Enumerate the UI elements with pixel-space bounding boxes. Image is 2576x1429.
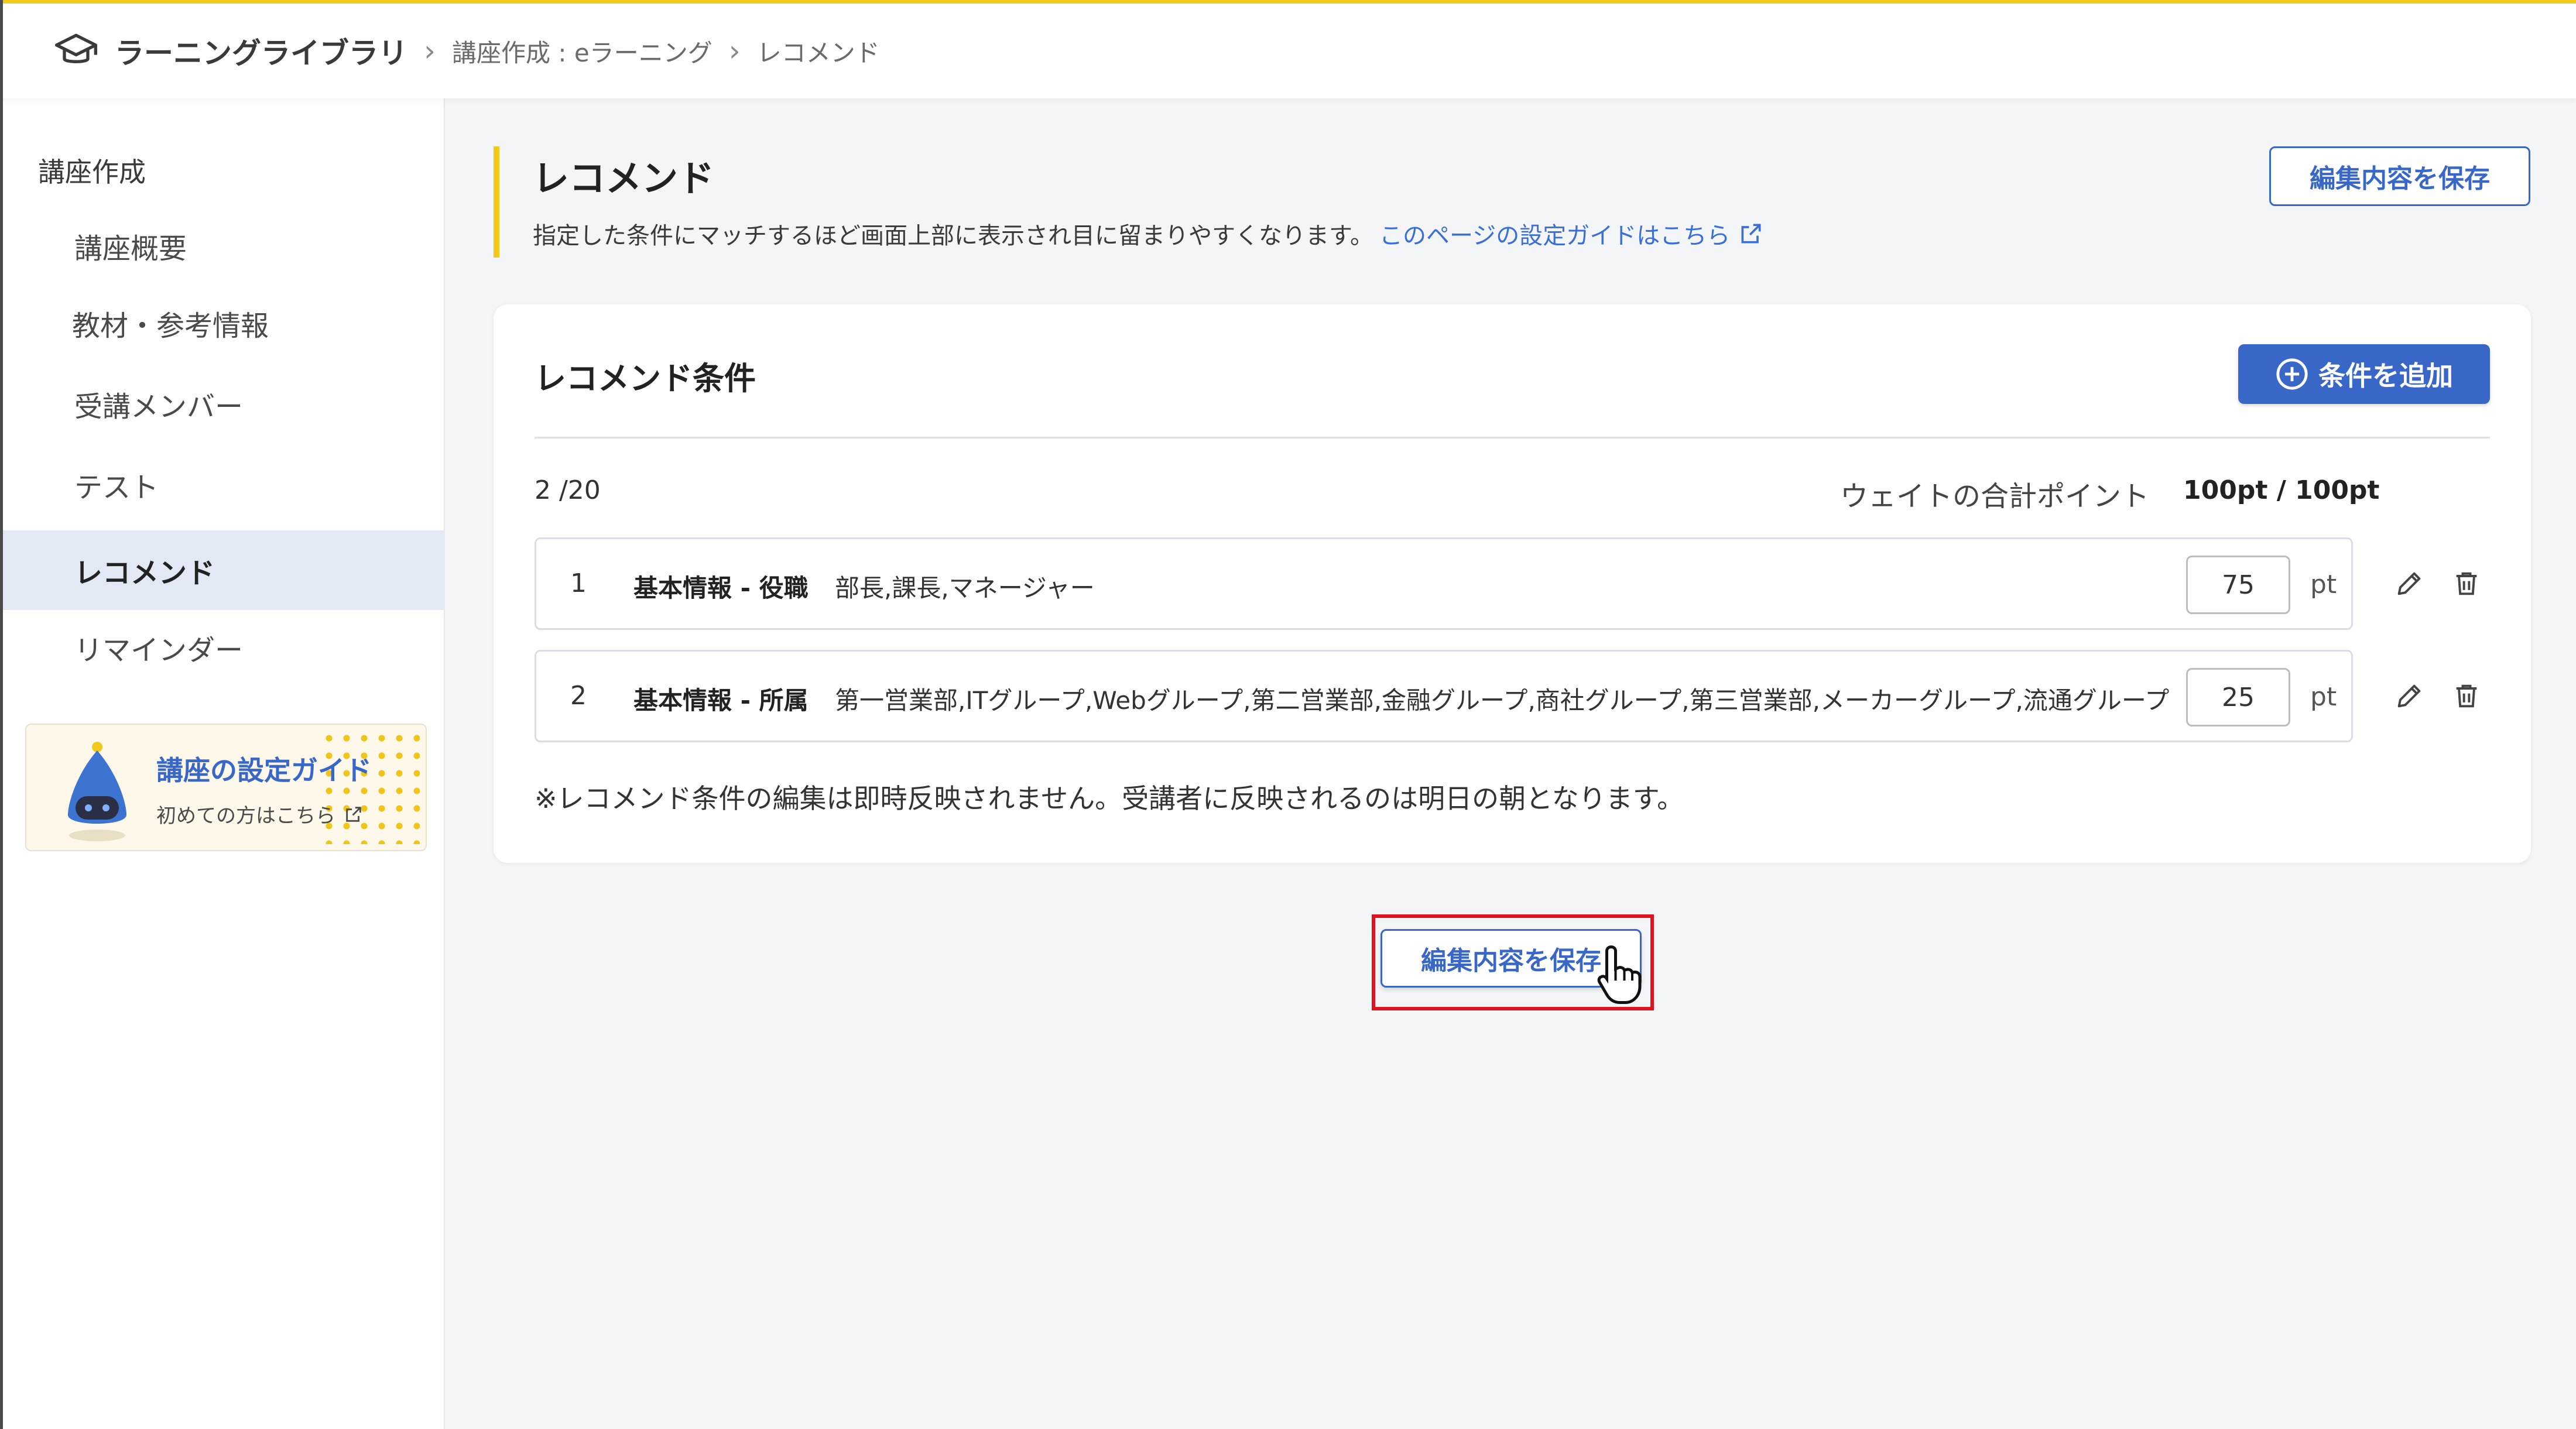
save-button-top[interactable]: 編集内容を保存 [2269, 146, 2530, 206]
sidebar-item-label: 教材・参考情報 [72, 310, 269, 342]
condition-row: 2 基本情報 - 所属 第一営業部,ITグループ,Webグループ,第二営業部,金… [535, 650, 2353, 742]
breadcrumb: ラーニングライブラリ › 講座作成 : eラーニング › レコメンド [0, 0, 2576, 98]
window-left-edge [0, 0, 3, 1429]
points-input[interactable]: 75 [2186, 556, 2290, 614]
title-accent-bar [494, 146, 499, 258]
points-input[interactable]: 25 [2186, 668, 2290, 727]
plus-circle-icon [2276, 358, 2308, 390]
condition-category: 基本情報 - 所属 [633, 686, 809, 715]
weight-total-label: ウェイトの合計ポイント [1840, 480, 2150, 513]
breadcrumb-course-link[interactable]: 講座作成 : eラーニング [452, 33, 712, 69]
breadcrumb-current: レコメンド [756, 38, 880, 67]
condition-values: 部長,課長,マネージャー [835, 574, 1095, 602]
condition-number: 2 [570, 681, 587, 711]
sidebar-item-label: テスト [74, 471, 159, 504]
sidebar-item-members[interactable]: 受講メンバー [3, 364, 445, 444]
hand-pointer-icon [1597, 945, 1642, 1004]
condition-values: 第一営業部,ITグループ,Webグループ,第二営業部,金融グループ,商社グループ… [835, 686, 2170, 715]
robot-mascot-icon [68, 742, 126, 841]
graduation-cap-icon [55, 33, 97, 63]
sidebar-item-label: 講座概要 [74, 232, 187, 265]
sidebar-item-label: リマインダー [74, 634, 244, 667]
edit-pencil-icon[interactable] [2392, 566, 2427, 601]
points-unit: pt [2310, 682, 2337, 712]
weight-total-value: 100pt / 100pt [2183, 475, 2380, 505]
divider [535, 437, 2490, 438]
sidebar-item-overview[interactable]: 講座概要 [3, 206, 445, 286]
sidebar: 講座作成 講座概要 教材・参考情報 受講メンバー テスト レコメンド リマインダ… [3, 98, 445, 1429]
page-title: レコメンド [533, 157, 715, 200]
add-condition-label: 条件を追加 [2318, 360, 2453, 392]
sidebar-item-reminder[interactable]: リマインダー [3, 608, 445, 687]
page-description-text: 指定した条件にマッチするほど画面上部に表示され目に留まりやすくなります。 [533, 222, 1373, 249]
points-unit: pt [2310, 570, 2337, 599]
sidebar-item-label: レコメンド [74, 557, 215, 590]
condition-number: 1 [570, 568, 587, 598]
sidebar-item-test[interactable]: テスト [3, 445, 445, 525]
external-link-icon[interactable] [1738, 221, 1764, 246]
guide-subtitle-text: 初めての方はこちら [156, 804, 335, 828]
chevron-right-icon: › [424, 34, 436, 68]
edit-pencil-icon[interactable] [2392, 678, 2427, 714]
condition-count: 2 /20 [535, 475, 601, 505]
sidebar-heading: 講座作成 [38, 156, 146, 188]
condition-row: 1 基本情報 - 役職 部長,課長,マネージャー 75 pt [535, 537, 2353, 630]
guide-subtitle: 初めての方はこちら [156, 800, 364, 828]
sidebar-item-materials[interactable]: 教材・参考情報 [3, 283, 445, 363]
trash-icon[interactable] [2449, 566, 2484, 601]
external-link-icon [346, 806, 361, 822]
add-condition-button[interactable]: 条件を追加 [2238, 344, 2490, 404]
sidebar-item-recommend[interactable]: レコメンド [3, 530, 445, 610]
trash-icon[interactable] [2449, 678, 2484, 714]
condition-category: 基本情報 - 役職 [633, 574, 809, 602]
guide-title: 講座の設定ガイド [156, 755, 372, 786]
guide-link[interactable]: このページの設定ガイドはこちら [1379, 217, 1730, 251]
sidebar-item-label: 受講メンバー [74, 390, 244, 423]
card-title: レコメンド条件 [535, 360, 756, 397]
breadcrumb-app-link[interactable]: ラーニングライブラリ [115, 30, 407, 72]
recommend-conditions-card: レコメンド条件 条件を追加 2 /20 ウェイトの合計ポイント 100pt / … [494, 304, 2531, 863]
page-description: 指定した条件にマッチするほど画面上部に表示され目に留まりやすくなります。 このペ… [533, 217, 1764, 251]
setup-guide-card[interactable]: 講座の設定ガイド 初めての方はこちら [25, 724, 427, 851]
notice-text: ※レコメンド条件の編集は即時反映されません。受講者に反映されるのは明日の朝となり… [535, 783, 1684, 814]
chevron-right-icon: › [728, 34, 741, 68]
